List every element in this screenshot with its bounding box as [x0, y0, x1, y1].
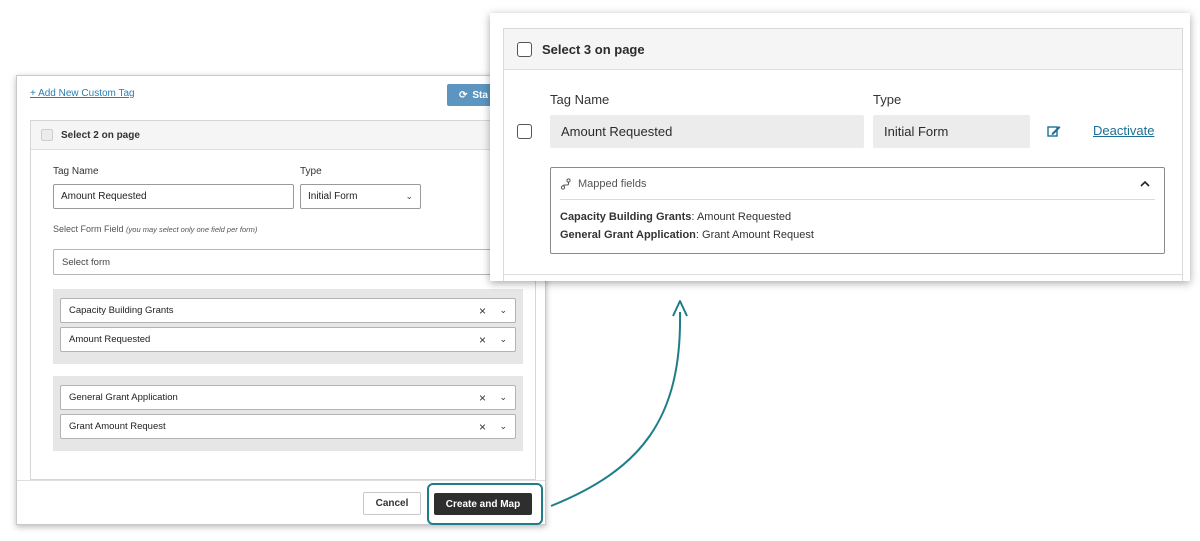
select-all-checkbox[interactable]: [517, 41, 532, 57]
form-field-label-text: Select Form Field: [53, 224, 124, 234]
chevron-down-icon[interactable]: ⌄: [499, 392, 507, 403]
clear-icon[interactable]: ×: [475, 333, 489, 347]
type-field[interactable]: Initial Form: [873, 115, 1030, 148]
add-custom-tag-link[interactable]: + Add New Custom Tag: [30, 88, 135, 99]
type-label: Type: [300, 166, 322, 177]
field-select-2[interactable]: Grant Amount Request × ⌄: [60, 414, 516, 439]
clear-icon[interactable]: ×: [475, 420, 489, 434]
form-field-label: Select Form Field (you may select only o…: [53, 224, 257, 234]
select-all-checkbox[interactable]: [41, 129, 53, 141]
chevron-down-icon[interactable]: ⌄: [499, 334, 507, 345]
chevron-down-icon[interactable]: ⌄: [499, 421, 507, 432]
mapping-form: General Grant Application: [560, 229, 696, 241]
start-button-label: Sta: [472, 89, 488, 101]
mapping-field: Amount Requested: [696, 211, 792, 223]
mapping-field: Grant Amount Request: [702, 229, 814, 241]
row-divider: [504, 274, 1182, 275]
tag-name-value: Amount Requested: [561, 124, 673, 139]
mapping-item: Capacity Building Grants: Amount Request…: [560, 211, 792, 223]
clear-icon[interactable]: ×: [475, 304, 489, 318]
cancel-button[interactable]: Cancel: [363, 492, 421, 515]
mapping-group-2: General Grant Application × ⌄ Grant Amou…: [53, 376, 523, 451]
mapped-fields-panel: Mapped fields Capacity Building Grants: …: [550, 167, 1165, 254]
tag-name-field[interactable]: Amount Requested: [550, 115, 864, 148]
tag-name-header: Tag Name: [550, 92, 610, 107]
create-button-highlight: Create and Map: [427, 483, 543, 525]
type-header: Type: [873, 92, 902, 107]
footer-divider: [17, 480, 545, 481]
deactivate-link[interactable]: Deactivate: [1093, 123, 1154, 138]
form-select-2[interactable]: General Grant Application × ⌄: [60, 385, 516, 410]
table-header: Select 3 on page: [504, 29, 1182, 70]
edit-icon[interactable]: [1046, 123, 1062, 139]
refresh-icon: ⟳: [459, 89, 468, 101]
select-form-input[interactable]: Select form: [53, 249, 523, 275]
type-value: Initial Form: [884, 124, 949, 139]
form-select-value: General Grant Application: [69, 392, 178, 403]
mapped-fields-title: Mapped fields: [578, 177, 647, 190]
select-all-label: Select 2 on page: [61, 129, 140, 141]
form-select-1[interactable]: Capacity Building Grants × ⌄: [60, 298, 516, 323]
tag-name-input[interactable]: Amount Requested: [53, 184, 294, 209]
tag-table: Select 3 on page Tag Name Type Amount Re…: [503, 28, 1183, 281]
mapping-group-1: Capacity Building Grants × ⌄ Amount Requ…: [53, 289, 523, 364]
chevron-down-icon[interactable]: ⌄: [499, 305, 507, 316]
tag-list-panel: Select 3 on page Tag Name Type Amount Re…: [490, 13, 1190, 281]
row-checkbox[interactable]: [517, 124, 532, 139]
mapping-item: General Grant Application: Grant Amount …: [560, 229, 814, 241]
select-all-label: Select 3 on page: [542, 41, 645, 57]
create-tag-panel: + Add New Custom Tag ⟳ Sta Select 2 on p…: [16, 75, 546, 525]
clear-icon[interactable]: ×: [475, 391, 489, 405]
mapping-icon: [560, 177, 571, 190]
table-header: Select 2 on page: [31, 121, 535, 150]
create-and-map-button[interactable]: Create and Map: [434, 493, 532, 515]
field-select-value: Grant Amount Request: [69, 421, 166, 432]
chevron-up-icon[interactable]: [1139, 178, 1151, 190]
mapped-fields-header[interactable]: Mapped fields: [560, 168, 1155, 200]
form-select-value: Capacity Building Grants: [69, 305, 174, 316]
type-value: Initial Form: [308, 191, 358, 202]
type-select[interactable]: Initial Form ⌄: [300, 184, 421, 209]
chevron-down-icon: ⌄: [405, 191, 413, 201]
form-field-hint: (you may select only one field per form): [126, 225, 258, 234]
field-select-value: Amount Requested: [69, 334, 151, 345]
mapping-form: Capacity Building Grants: [560, 211, 692, 223]
select-form-placeholder: Select form: [62, 256, 111, 268]
tag-name-value: Amount Requested: [61, 191, 147, 202]
field-select-1[interactable]: Amount Requested × ⌄: [60, 327, 516, 352]
tag-name-label: Tag Name: [53, 166, 99, 177]
